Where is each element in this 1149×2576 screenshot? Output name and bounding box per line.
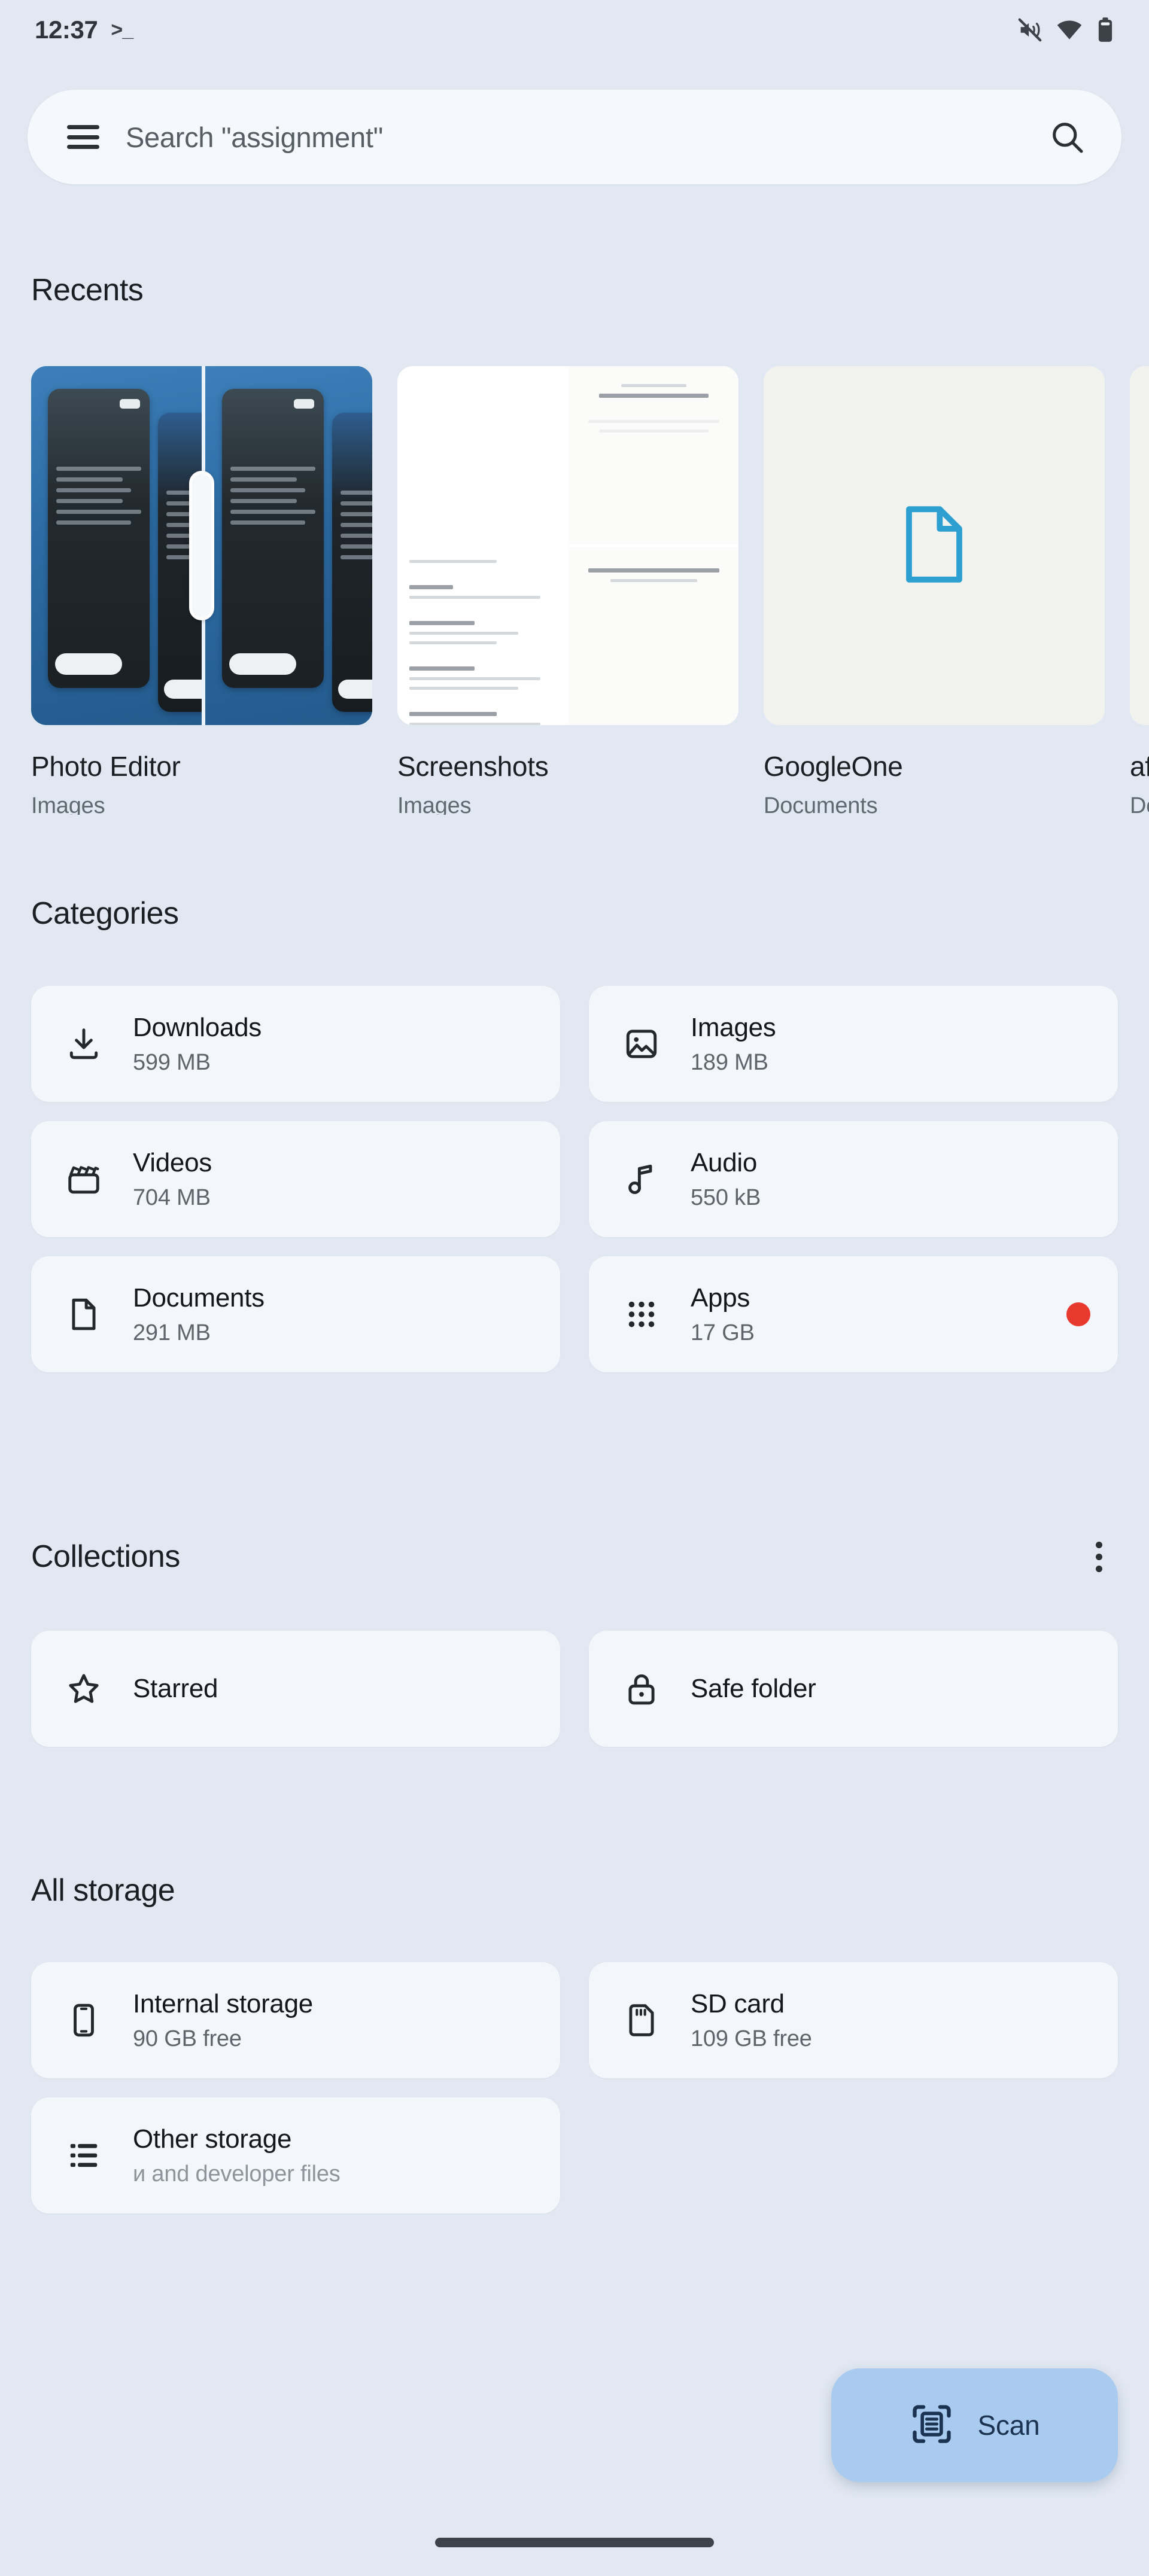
recent-item-name: Screenshots (397, 750, 738, 782)
document-screenshot-grid-thumbnail[interactable] (397, 366, 738, 725)
shell-prompt-icon: >_ (111, 20, 133, 40)
collection-label: Safe folder (691, 1674, 1090, 1704)
category-tile-videos[interactable]: Videos 704 MB (31, 1121, 560, 1237)
photo-editor-before-after-thumbnail[interactable] (31, 366, 372, 725)
status-badge (1066, 1302, 1090, 1326)
scan-button[interactable]: Scan (831, 2368, 1118, 2482)
recent-item-name: GoogleOne (764, 750, 1105, 782)
wifi-icon (1056, 16, 1083, 44)
collections-grid: Starred Safe folder (31, 1631, 1118, 1747)
files-app-home-screen: 12:37 >_ (0, 0, 1149, 2576)
generic-document-icon-thumbnail[interactable] (764, 366, 1105, 725)
collections-header: Collections (31, 1537, 1118, 1576)
document-icon (901, 503, 968, 589)
volume-off-icon (1016, 16, 1044, 44)
category-size: 599 MB (133, 1050, 533, 1076)
status-bar: 12:37 >_ (0, 0, 1149, 60)
image-icon (620, 1022, 663, 1065)
recents-section-title: Recents (31, 272, 143, 308)
all-storage-section-title: All storage (31, 1872, 175, 1908)
generic-document-icon-thumbnail[interactable] (1130, 366, 1149, 725)
recent-item-photo-editor[interactable]: Photo Editor Images (31, 366, 372, 815)
before-after-slider-handle (189, 471, 214, 620)
storage-tile-other-storage[interactable]: Other storage и and developer files (31, 2097, 560, 2213)
phone-icon (62, 1999, 105, 2042)
category-size: 704 MB (133, 1185, 533, 1211)
search-input[interactable]: Search "assignment" (126, 121, 1046, 154)
collection-label: Starred (133, 1674, 533, 1704)
recent-item-name: afla (1130, 750, 1149, 782)
recents-track: Photo Editor Images (31, 366, 1149, 815)
hamburger-menu-icon[interactable] (67, 125, 99, 149)
category-tile-images[interactable]: Images 189 MB (589, 986, 1118, 1102)
category-label: Images (691, 1013, 1090, 1043)
audio-icon (620, 1158, 663, 1201)
all-storage-grid: Internal storage 90 GB free SD card 109 … (31, 1962, 1118, 2213)
categories-grid: Downloads 599 MB Images 189 MB (31, 986, 1118, 1372)
more-vertical-icon[interactable] (1080, 1537, 1118, 1576)
collection-tile-starred[interactable]: Starred (31, 1631, 560, 1747)
storage-label: Internal storage (133, 1989, 533, 2019)
search-bar[interactable]: Search "assignment" (28, 90, 1121, 184)
storage-tile-sd-card[interactable]: SD card 109 GB free (589, 1962, 1118, 2078)
category-label: Audio (691, 1148, 1090, 1178)
gesture-navigation-pill[interactable] (435, 2538, 714, 2547)
recent-item-type: Doc (1130, 793, 1149, 815)
collection-tile-safe-folder[interactable]: Safe folder (589, 1631, 1118, 1747)
storage-label: Other storage (133, 2124, 533, 2154)
storage-tile-internal-storage[interactable]: Internal storage 90 GB free (31, 1962, 560, 2078)
recent-item-screenshots[interactable]: Screenshots Images (397, 366, 738, 815)
scan-button-label: Scan (977, 2409, 1039, 2441)
storage-description: и and developer files (133, 2161, 533, 2187)
status-bar-left: 12:37 >_ (35, 16, 133, 44)
status-bar-right (1016, 16, 1115, 44)
category-tile-audio[interactable]: Audio 550 kB (589, 1121, 1118, 1237)
category-size: 17 GB (691, 1320, 1066, 1346)
star-icon (62, 1667, 105, 1710)
category-size: 291 MB (133, 1320, 533, 1346)
storage-free-space: 109 GB free (691, 2026, 1090, 2052)
document-icon (62, 1293, 105, 1336)
category-label: Apps (691, 1283, 1066, 1313)
list-icon (62, 2134, 105, 2177)
category-tile-downloads[interactable]: Downloads 599 MB (31, 986, 560, 1102)
sd-card-icon (620, 1999, 663, 2042)
document-scanner-icon (909, 2401, 955, 2450)
category-size: 189 MB (691, 1050, 1090, 1076)
category-label: Downloads (133, 1013, 533, 1043)
category-label: Documents (133, 1283, 533, 1313)
status-clock: 12:37 (35, 16, 98, 44)
recent-item-type: Images (31, 793, 372, 815)
collections-section-title: Collections (31, 1539, 180, 1575)
storage-free-space: 90 GB free (133, 2026, 533, 2052)
category-label: Videos (133, 1148, 533, 1178)
lock-icon (620, 1667, 663, 1710)
storage-label: SD card (691, 1989, 1090, 2019)
recent-item-googleone[interactable]: GoogleOne Documents (764, 366, 1105, 815)
recent-item-type: Images (397, 793, 738, 815)
battery-icon (1095, 16, 1115, 44)
recents-carousel[interactable]: Photo Editor Images (0, 366, 1149, 815)
recent-item-name: Photo Editor (31, 750, 372, 782)
category-size: 550 kB (691, 1185, 1090, 1211)
video-icon (62, 1158, 105, 1201)
apps-grid-icon (620, 1293, 663, 1336)
download-icon (62, 1022, 105, 1065)
categories-section-title: Categories (31, 896, 178, 931)
category-tile-documents[interactable]: Documents 291 MB (31, 1256, 560, 1372)
category-tile-apps[interactable]: Apps 17 GB (589, 1256, 1118, 1372)
search-icon[interactable] (1046, 116, 1088, 158)
recent-item-afla[interactable]: afla Doc (1130, 366, 1149, 815)
recent-item-type: Documents (764, 793, 1105, 815)
